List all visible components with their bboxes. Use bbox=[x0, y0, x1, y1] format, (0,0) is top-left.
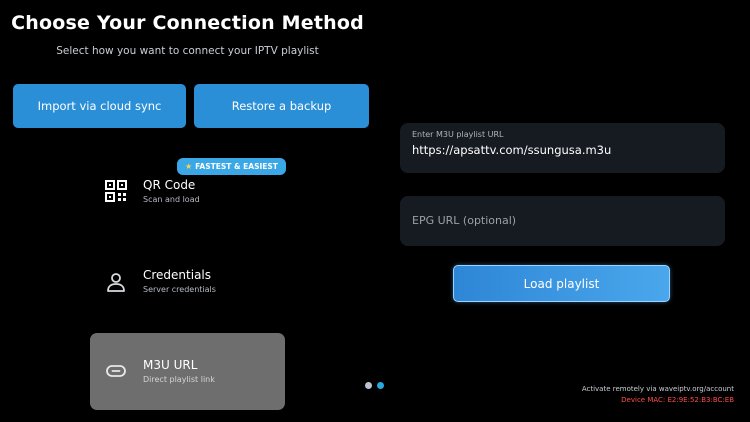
load-playlist-button[interactable]: Load playlist bbox=[453, 265, 670, 302]
method-credentials-title: Credentials bbox=[143, 268, 212, 282]
qr-code-icon bbox=[104, 179, 128, 203]
pager-dot-2-active[interactable] bbox=[377, 382, 384, 389]
link-icon bbox=[104, 359, 128, 383]
fastest-easiest-badge: ★ FASTEST & EASIEST bbox=[177, 158, 286, 175]
m3u-url-label: Enter M3U playlist URL bbox=[412, 130, 504, 139]
method-credentials[interactable]: Credentials Server credentials bbox=[90, 262, 285, 312]
page-subtitle: Select how you want to connect your IPTV… bbox=[56, 45, 319, 57]
remote-activation-text: Activate remotely via waveiptv.org/accou… bbox=[581, 385, 734, 393]
epg-url-field[interactable]: EPG URL (optional) bbox=[400, 196, 725, 246]
star-icon: ★ bbox=[185, 162, 193, 171]
method-qr-code[interactable]: QR Code Scan and load bbox=[90, 170, 285, 220]
device-mac-text: Device MAC: E2:9E:52:B3:BC:EB bbox=[621, 396, 734, 404]
epg-url-placeholder: EPG URL (optional) bbox=[412, 214, 517, 227]
m3u-url-value: https://apsattv.com/ssungusa.m3u bbox=[412, 143, 612, 157]
method-m3u-url[interactable]: M3U URL Direct playlist link bbox=[90, 333, 285, 410]
user-icon bbox=[104, 270, 128, 294]
page-title: Choose Your Connection Method bbox=[11, 12, 364, 34]
import-cloud-sync-button[interactable]: Import via cloud sync bbox=[13, 84, 186, 128]
method-qr-code-subtitle: Scan and load bbox=[143, 195, 200, 204]
method-credentials-subtitle: Server credentials bbox=[143, 285, 216, 294]
restore-backup-button[interactable]: Restore a backup bbox=[194, 84, 369, 128]
method-m3u-url-title: M3U URL bbox=[143, 358, 198, 372]
pager-dot-1[interactable] bbox=[365, 382, 372, 389]
method-m3u-url-subtitle: Direct playlist link bbox=[143, 375, 215, 384]
badge-label: FASTEST & EASIEST bbox=[195, 162, 278, 171]
m3u-url-field[interactable]: Enter M3U playlist URL https://apsattv.c… bbox=[400, 123, 725, 173]
method-qr-code-title: QR Code bbox=[143, 178, 196, 192]
